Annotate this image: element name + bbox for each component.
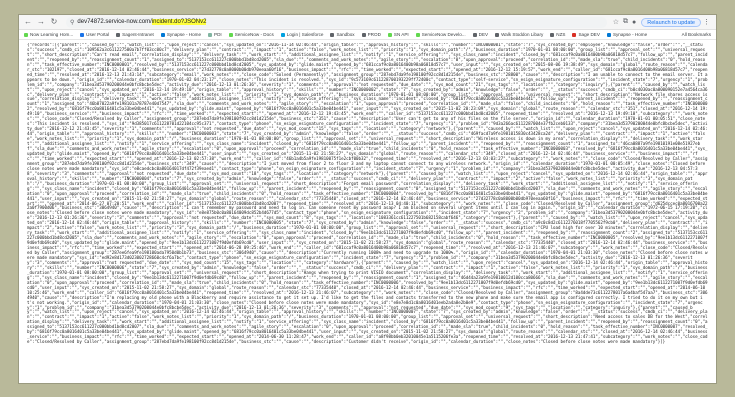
bookmarks-bar: Now Learning Hom... User Portal Sagent-I…	[19, 30, 716, 40]
bookmark-item[interactable]: ServiceNow Develo...	[415, 32, 466, 37]
address-bar[interactable]: ⚲ dev74872.service-now.com/incident.do?J…	[66, 16, 607, 28]
bookmark-favicon-icon	[550, 32, 555, 37]
relaunch-to-update-button[interactable]: Relaunch to update	[641, 17, 701, 27]
bookmark-item[interactable]: NZS	[550, 32, 565, 37]
bookmark-favicon-icon	[361, 32, 366, 37]
profile-avatar-icon[interactable]: ●	[632, 19, 636, 26]
bookmark-favicon-icon	[330, 32, 335, 37]
bookmark-favicon-icon	[80, 32, 85, 37]
toolbar-right: ☆ ⧉ ● Relaunch to update ⋮	[611, 17, 712, 27]
bookmark-favicon-icon	[415, 32, 420, 37]
bookmark-favicon-icon	[116, 32, 121, 37]
bookmark-star-icon[interactable]: ☆	[613, 18, 619, 26]
bookmark-favicon-icon	[387, 32, 392, 37]
bookmark-item[interactable]: PROD	[361, 32, 381, 37]
extensions-icon[interactable]: ⧉	[623, 18, 628, 26]
bookmark-favicon-icon	[208, 32, 213, 37]
bookmark-favicon-icon	[280, 32, 285, 37]
bookmark-item[interactable]: Walk Stoddon Libary	[495, 32, 543, 37]
json-response-viewport: {"records":[{"parent":"","caused_by":"",…	[19, 40, 716, 381]
bookmark-favicon-icon	[24, 32, 28, 37]
json-response-text: {"records":[{"parent":"","caused_by":"",…	[27, 43, 708, 345]
browser-toolbar: ← → ↻ ⚲ dev74872.service-now.com/inciden…	[19, 15, 716, 30]
bookmark-item[interactable]: User Portal	[80, 32, 109, 37]
bookmark-item[interactable]: Now Learning Hom...	[24, 32, 73, 37]
url-prefix: dev74872.service-now.com/	[77, 19, 152, 25]
bookmark-item[interactable]: Synapse - Home	[606, 32, 647, 37]
bookmark-favicon-icon	[160, 32, 165, 37]
bookmark-item[interactable]: Sagent-Intranet	[116, 32, 154, 37]
bookmark-favicon-icon	[606, 32, 611, 37]
bookmark-item[interactable]: Sandbox	[330, 32, 355, 37]
bookmark-item[interactable]: ServiceNow - Docs	[228, 32, 274, 37]
site-info-icon[interactable]: ⚲	[70, 19, 74, 26]
browser-window: ← → ↻ ⚲ dev74872.service-now.com/inciden…	[18, 14, 717, 384]
browser-menu-icon[interactable]: ⋮	[703, 18, 710, 26]
bookmark-item[interactable]: DEV	[472, 32, 488, 37]
reload-icon[interactable]: ↻	[49, 17, 59, 27]
bookmark-item[interactable]: Sage DEV	[572, 32, 600, 37]
bookmark-item[interactable]: Login | Salesforce	[280, 32, 323, 37]
forward-icon[interactable]: →	[36, 17, 46, 27]
all-bookmarks-button[interactable]: All Bookmarks	[682, 32, 711, 37]
bookmark-item[interactable]: SN API	[387, 32, 409, 37]
url-highlighted-path: incident.do?JSONv2	[151, 19, 207, 25]
bookmark-favicon-icon	[495, 32, 500, 37]
back-icon[interactable]: ←	[23, 17, 33, 27]
bookmark-favicon-icon	[472, 32, 477, 37]
bookmark-favicon-icon	[228, 32, 233, 37]
bookmark-item[interactable]: Synapse - Home	[160, 32, 201, 37]
bookmark-favicon-icon	[572, 32, 577, 37]
bookmark-item[interactable]: PDI	[208, 32, 222, 37]
